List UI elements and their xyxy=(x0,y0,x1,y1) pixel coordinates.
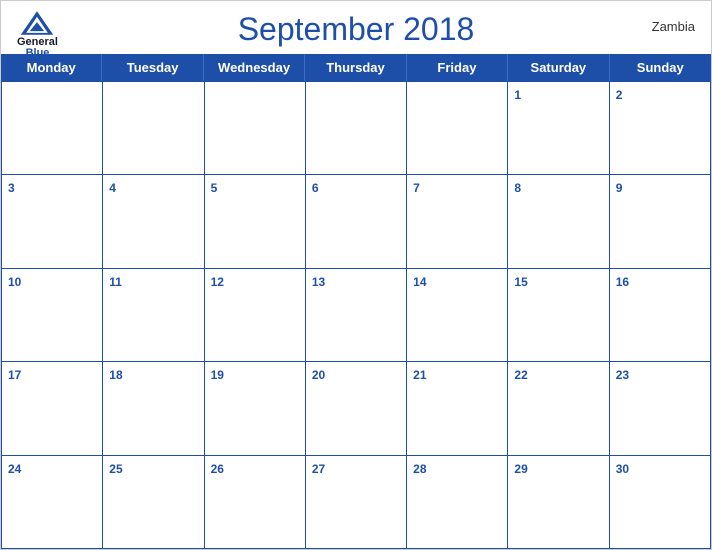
calendar-cell-18: 18 xyxy=(103,361,204,454)
calendar-cell-28: 28 xyxy=(407,455,508,548)
calendar-cell-3: 3 xyxy=(2,174,103,267)
date-number: 17 xyxy=(8,368,21,382)
calendar-title: September 2018 xyxy=(238,11,475,48)
day-header-wednesday: Wednesday xyxy=(204,54,305,81)
calendar-cell-25: 25 xyxy=(103,455,204,548)
date-number: 23 xyxy=(616,368,629,382)
calendar-cell-7: 7 xyxy=(407,174,508,267)
calendar-container: General Blue September 2018 Zambia Monda… xyxy=(0,0,712,550)
date-number: 19 xyxy=(211,368,224,382)
calendar-cell-empty xyxy=(2,81,103,174)
date-number: 10 xyxy=(8,275,21,289)
calendar-cell-5: 5 xyxy=(205,174,306,267)
calendar-cell-10: 10 xyxy=(2,268,103,361)
calendar-cell-17: 17 xyxy=(2,361,103,454)
date-number: 27 xyxy=(312,462,325,476)
day-header-sunday: Sunday xyxy=(610,54,711,81)
date-number: 2 xyxy=(616,88,623,102)
calendar-cell-8: 8 xyxy=(508,174,609,267)
date-number: 7 xyxy=(413,181,420,195)
calendar-cell-9: 9 xyxy=(610,174,711,267)
date-number: 4 xyxy=(109,181,116,195)
date-number: 30 xyxy=(616,462,629,476)
date-number: 5 xyxy=(211,181,218,195)
calendar-cell-empty xyxy=(306,81,407,174)
calendar-cell-14: 14 xyxy=(407,268,508,361)
date-number: 18 xyxy=(109,368,122,382)
calendar-cell-6: 6 xyxy=(306,174,407,267)
date-number: 6 xyxy=(312,181,319,195)
calendar-cell-29: 29 xyxy=(508,455,609,548)
generalblue-logo-icon xyxy=(19,9,55,37)
logo-area: General Blue xyxy=(17,9,58,59)
calendar-cell-4: 4 xyxy=(103,174,204,267)
date-number: 21 xyxy=(413,368,426,382)
calendar-cell-11: 11 xyxy=(103,268,204,361)
days-header: MondayTuesdayWednesdayThursdayFridaySatu… xyxy=(1,54,711,81)
date-number: 20 xyxy=(312,368,325,382)
calendar-cell-15: 15 xyxy=(508,268,609,361)
date-number: 3 xyxy=(8,181,15,195)
calendar-grid: 1234567891011121314151617181920212223242… xyxy=(1,81,711,549)
day-header-friday: Friday xyxy=(407,54,508,81)
day-header-tuesday: Tuesday xyxy=(102,54,203,81)
calendar-cell-26: 26 xyxy=(205,455,306,548)
calendar-cell-16: 16 xyxy=(610,268,711,361)
calendar-header: General Blue September 2018 Zambia xyxy=(1,1,711,54)
country-label: Zambia xyxy=(652,19,695,34)
calendar-cell-20: 20 xyxy=(306,361,407,454)
day-header-thursday: Thursday xyxy=(305,54,406,81)
date-number: 8 xyxy=(514,181,521,195)
date-number: 16 xyxy=(616,275,629,289)
date-number: 1 xyxy=(514,88,521,102)
date-number: 25 xyxy=(109,462,122,476)
date-number: 26 xyxy=(211,462,224,476)
day-header-saturday: Saturday xyxy=(508,54,609,81)
calendar-cell-13: 13 xyxy=(306,268,407,361)
date-number: 28 xyxy=(413,462,426,476)
calendar-cell-1: 1 xyxy=(508,81,609,174)
calendar-cell-21: 21 xyxy=(407,361,508,454)
calendar-cell-12: 12 xyxy=(205,268,306,361)
calendar-cell-30: 30 xyxy=(610,455,711,548)
logo-blue-text: Blue xyxy=(26,48,50,59)
calendar-cell-empty xyxy=(103,81,204,174)
date-number: 9 xyxy=(616,181,623,195)
calendar-cell-19: 19 xyxy=(205,361,306,454)
calendar-cell-2: 2 xyxy=(610,81,711,174)
date-number: 14 xyxy=(413,275,426,289)
calendar-cell-27: 27 xyxy=(306,455,407,548)
calendar-cell-23: 23 xyxy=(610,361,711,454)
date-number: 22 xyxy=(514,368,527,382)
date-number: 13 xyxy=(312,275,325,289)
calendar-cell-24: 24 xyxy=(2,455,103,548)
date-number: 12 xyxy=(211,275,224,289)
calendar-cell-empty xyxy=(205,81,306,174)
calendar-cell-empty xyxy=(407,81,508,174)
title-area: September 2018 xyxy=(238,11,475,48)
date-number: 15 xyxy=(514,275,527,289)
date-number: 24 xyxy=(8,462,21,476)
calendar-cell-22: 22 xyxy=(508,361,609,454)
date-number: 29 xyxy=(514,462,527,476)
date-number: 11 xyxy=(109,275,122,289)
